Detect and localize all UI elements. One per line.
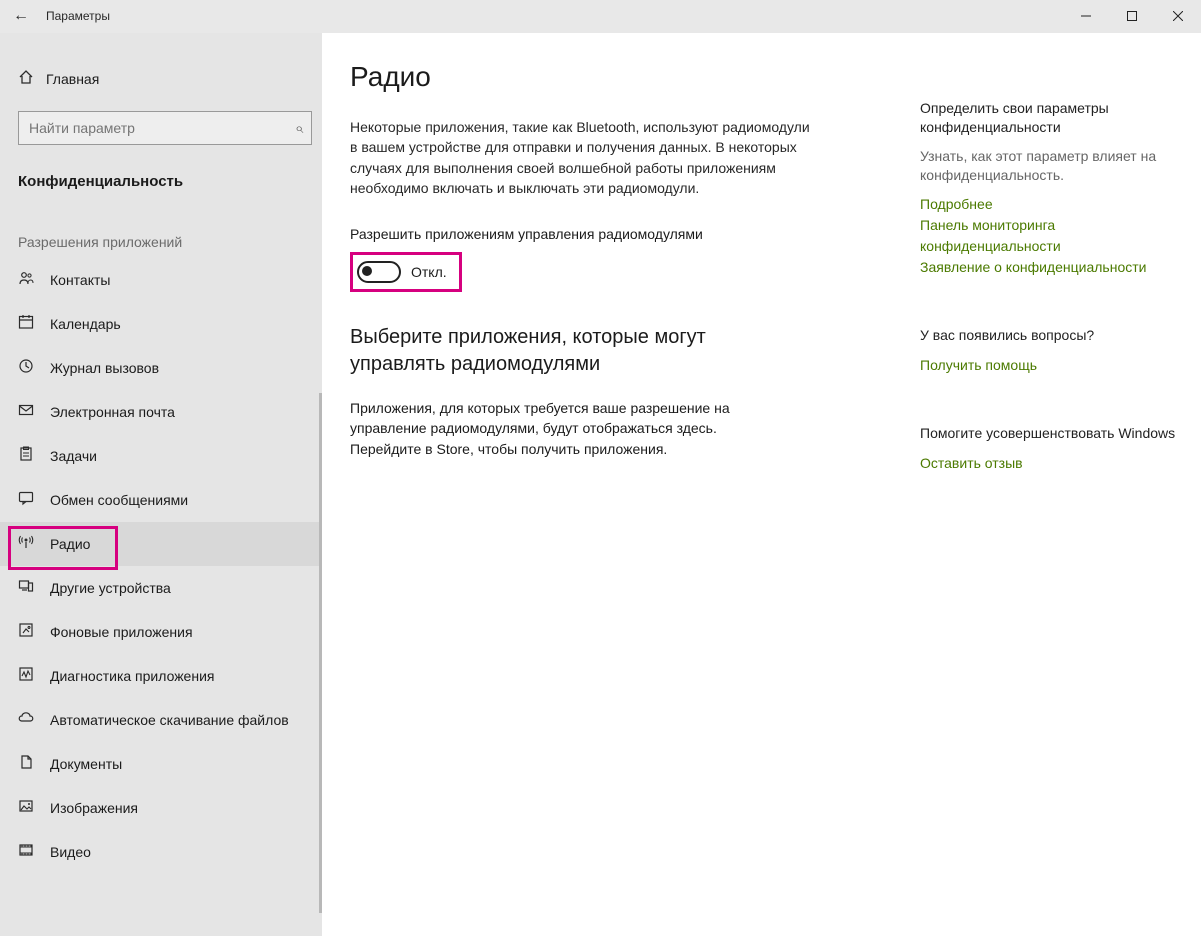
sidebar-item-label: Диагностика приложения [50, 668, 214, 684]
info-privacy-desc: Узнать, как этот параметр влияет на конф… [920, 147, 1180, 186]
sidebar-item-label: Радио [50, 536, 90, 552]
window-title: Параметры [46, 9, 110, 23]
documents-icon [18, 754, 50, 774]
info-feedback-block: Помогите усовершенствовать Windows Остав… [920, 424, 1180, 474]
sidebar-item-label: Автоматическое скачивание файлов [50, 712, 289, 728]
info-privacy-head: Определить свои параметры конфиденциальн… [920, 99, 1180, 137]
messaging-icon [18, 490, 50, 510]
sub-title: Выберите приложения, которые могут управ… [350, 324, 790, 378]
minimize-icon [1081, 11, 1091, 21]
sidebar-section-title: Конфиденциальность [18, 173, 322, 190]
sidebar-item-label: Журнал вызовов [50, 360, 159, 376]
sidebar-item-pictures[interactable]: Изображения [0, 786, 322, 830]
sidebar-item-auto-download[interactable]: Автоматическое скачивание файлов [0, 698, 322, 742]
back-button[interactable]: ← [0, 0, 42, 32]
sidebar-item-label: Контакты [50, 272, 110, 288]
link-feedback[interactable]: Оставить отзыв [920, 453, 1180, 474]
sidebar-group-label: Разрешения приложений [18, 234, 322, 250]
info-help-head: У вас появились вопросы? [920, 326, 1180, 345]
sidebar-item-call-history[interactable]: Журнал вызовов [0, 346, 322, 390]
toggle-state-label: Откл. [411, 264, 447, 280]
sidebar: Главная ⌕ Конфиденциальность Разрешения … [0, 33, 322, 936]
sidebar-item-email[interactable]: Электронная почта [0, 390, 322, 434]
sidebar-item-tasks[interactable]: Задачи [0, 434, 322, 478]
sidebar-item-label: Обмен сообщениями [50, 492, 188, 508]
maximize-icon [1127, 11, 1137, 21]
info-feedback-head: Помогите усовершенствовать Windows [920, 424, 1180, 443]
radio-toggle-switch[interactable] [357, 261, 401, 283]
intro-text: Некоторые приложения, такие как Bluetoot… [350, 117, 810, 198]
sub-text: Приложения, для которых требуется ваше р… [350, 398, 790, 459]
sidebar-item-other-devices[interactable]: Другие устройства [0, 566, 322, 610]
minimize-button[interactable] [1063, 0, 1109, 32]
sidebar-item-label: Электронная почта [50, 404, 175, 420]
toggle-label: Разрешить приложениям управления радиомо… [350, 226, 880, 242]
sidebar-home[interactable]: Главная [18, 61, 304, 97]
sidebar-item-label: Документы [50, 756, 122, 772]
sidebar-item-calendar[interactable]: Календарь [0, 302, 322, 346]
home-icon [18, 69, 46, 89]
info-column: Определить свои параметры конфиденциальн… [920, 61, 1180, 936]
link-get-help[interactable]: Получить помощь [920, 355, 1180, 376]
close-button[interactable] [1155, 0, 1201, 32]
sidebar-nav-list: Контакты Календарь Журнал вызовов Электр… [0, 258, 322, 874]
toggle-highlight: Откл. [350, 252, 462, 292]
background-apps-icon [18, 622, 50, 642]
sidebar-item-radio[interactable]: Радио [0, 522, 322, 566]
pictures-icon [18, 798, 50, 818]
sidebar-home-label: Главная [46, 71, 99, 87]
sidebar-item-video[interactable]: Видео [0, 830, 322, 874]
video-icon [18, 842, 50, 862]
arrow-left-icon: ← [13, 7, 29, 25]
sidebar-item-label: Изображения [50, 800, 138, 816]
radio-icon [18, 534, 50, 554]
search-input[interactable] [27, 119, 271, 137]
sidebar-item-background-apps[interactable]: Фоновые приложения [0, 610, 322, 654]
sidebar-item-label: Фоновые приложения [50, 624, 193, 640]
search-box[interactable]: ⌕ [18, 111, 312, 145]
sidebar-item-documents[interactable]: Документы [0, 742, 322, 786]
link-more[interactable]: Подробнее [920, 194, 1180, 215]
sidebar-item-messaging[interactable]: Обмен сообщениями [0, 478, 322, 522]
sidebar-item-contacts[interactable]: Контакты [0, 258, 322, 302]
download-icon [18, 710, 50, 730]
devices-icon [18, 578, 50, 598]
tasks-icon [18, 446, 50, 466]
sidebar-scrollbar[interactable] [319, 393, 322, 913]
sidebar-item-label: Другие устройства [50, 580, 171, 596]
sidebar-item-label: Задачи [50, 448, 97, 464]
page-title: Радио [350, 61, 880, 93]
contacts-icon [18, 270, 50, 290]
search-icon: ⌕ [295, 120, 303, 137]
maximize-button[interactable] [1109, 0, 1155, 32]
info-privacy-block: Определить свои параметры конфиденциальн… [920, 99, 1180, 278]
calendar-icon [18, 314, 50, 334]
titlebar: ← Параметры [0, 0, 1201, 32]
sidebar-item-label: Видео [50, 844, 91, 860]
link-privacy-dashboard[interactable]: Панель мониторинга конфиденциальности [920, 215, 1180, 257]
sidebar-item-app-diagnostics[interactable]: Диагностика приложения [0, 654, 322, 698]
mail-icon [18, 402, 50, 422]
main-area: Радио Некоторые приложения, такие как Bl… [322, 33, 1201, 936]
info-help-block: У вас появились вопросы? Получить помощь [920, 326, 1180, 376]
history-icon [18, 358, 50, 378]
link-privacy-statement[interactable]: Заявление о конфиденциальности [920, 257, 1180, 278]
sidebar-item-label: Календарь [50, 316, 121, 332]
close-icon [1173, 11, 1183, 21]
diagnostics-icon [18, 666, 50, 686]
content-column: Радио Некоторые приложения, такие как Bl… [350, 61, 880, 936]
